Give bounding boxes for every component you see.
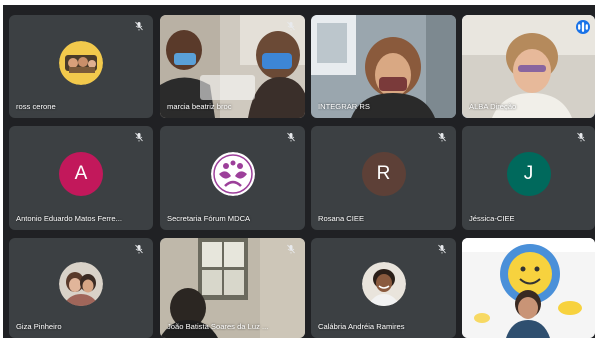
participant-avatar: R <box>361 152 406 196</box>
participant-tile[interactable]: Secretaria Fórum MDCA <box>160 126 305 230</box>
participant-tile[interactable]: J Jéssica-CIEE <box>462 126 595 230</box>
participant-video <box>462 238 595 338</box>
participant-name: Giza Pinheiro <box>16 322 62 331</box>
participant-tile[interactable]: Calábria Andréia Ramires <box>311 238 456 338</box>
mic-off-icon <box>576 132 586 142</box>
mic-off-icon <box>437 244 447 254</box>
participant-tile[interactable]: Giza Pinheiro <box>9 238 153 338</box>
participant-name: INTEGRAR RS <box>318 102 370 111</box>
participant-name: Rosana CIEE <box>318 214 365 223</box>
participant-avatar <box>59 262 103 306</box>
participant-avatar <box>361 262 406 306</box>
mic-off-icon <box>286 244 296 254</box>
participant-avatar: J <box>506 152 551 196</box>
mic-off-icon <box>134 132 144 142</box>
participant-name: João Batista Soares da Luz ... <box>167 322 269 331</box>
participant-tile[interactable]: A Antonio Eduardo Matos Ferre... <box>9 126 153 230</box>
participant-tile[interactable]: ALBA Direção <box>462 15 595 118</box>
participant-tile[interactable] <box>462 238 595 338</box>
mic-off-icon <box>134 21 144 31</box>
mic-off-icon <box>437 132 447 142</box>
participant-avatar: A <box>59 152 103 196</box>
participant-name: Calábria Andréia Ramires <box>318 322 405 331</box>
participant-tile[interactable]: João Batista Soares da Luz ... <box>160 238 305 338</box>
participant-name: Antonio Eduardo Matos Ferre... <box>16 214 122 223</box>
audio-level-icon <box>576 20 590 34</box>
participant-avatar <box>59 40 103 85</box>
participant-name: Jéssica-CIEE <box>469 214 515 223</box>
participant-tile[interactable]: marcia beatriz broc <box>160 15 305 118</box>
meeting-grid: ross cerone marcia beatriz broc INTEGRAR… <box>3 5 595 338</box>
participant-name: Secretaria Fórum MDCA <box>167 214 251 223</box>
participant-name: marcia beatriz broc <box>167 102 232 111</box>
participant-tile[interactable]: R Rosana CIEE <box>311 126 456 230</box>
participant-tile[interactable]: INTEGRAR RS <box>311 15 456 118</box>
mic-off-icon <box>286 21 296 31</box>
participant-name: ross cerone <box>16 102 56 111</box>
mic-off-icon <box>134 244 144 254</box>
participant-tile[interactable]: ross cerone <box>9 15 153 118</box>
participant-avatar <box>210 152 255 196</box>
mic-off-icon <box>286 132 296 142</box>
participant-name: ALBA Direção <box>469 102 517 111</box>
